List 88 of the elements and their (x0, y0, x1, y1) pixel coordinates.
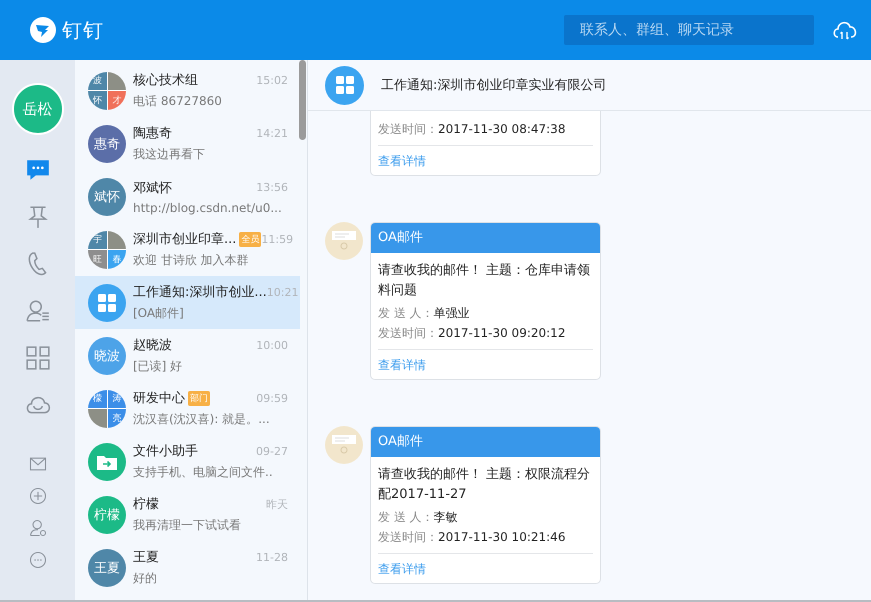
contact-name: 邓斌怀 (133, 180, 172, 196)
photo-placeholder (88, 409, 106, 428)
timestamp: 10:21 (266, 286, 298, 298)
avatar: 惠奇 (88, 124, 126, 162)
avatar: 柠檬 (88, 496, 126, 534)
field-label: 发送时间： (378, 530, 438, 544)
contact-name: 深圳市创业印章... (133, 231, 236, 248)
contact-name: 核心技术组 (133, 72, 198, 89)
contact-name: 王夏 (133, 549, 159, 566)
user-settings-icon[interactable] (28, 518, 48, 538)
message-preview: http://blog.csdn.net/u0... (133, 200, 283, 214)
card-header: OA邮件 (371, 223, 600, 253)
app-name: 钉钉 (62, 16, 104, 44)
field-label: 发送时间： (378, 122, 438, 136)
conversation-item[interactable]: 晓波 赵晓波 10:00 [已读] 好 (75, 329, 300, 382)
grid-icon (98, 294, 116, 312)
avatar-cell: 宇 (88, 230, 106, 249)
conversation-item[interactable]: 王夏 王夏 11-28 好的 (75, 541, 300, 594)
message-text: 请查收我的邮件！ 主题：仓库申请领料问题 (378, 262, 592, 300)
avatar-cell: 春 (108, 250, 126, 268)
conversation-item[interactable]: 宇 旺 春 深圳市创业印章... 全员 11:59 欢迎 甘诗欣 加入本群 (75, 223, 300, 276)
field-label: 发送时间： (378, 326, 438, 340)
conversation-item[interactable]: 波 怀 才 核心技术组 15:02 电话 86727860 (75, 64, 300, 117)
message-text: 请查收我的邮件！ 主题：权限流程分配2017-11-27 (378, 466, 592, 504)
message-preview: 我再清理一下试试看 (133, 517, 242, 534)
avatar-cell: 才 (108, 91, 126, 110)
tag: 全员 (239, 232, 262, 246)
contacts-icon[interactable] (24, 298, 50, 324)
avatar-cell: 檬 (88, 390, 106, 408)
avatar-cell: 旺 (88, 250, 106, 268)
contact-name: 赵晓波 (133, 337, 172, 354)
field-value: 2017-11-30 09:20:12 (438, 326, 566, 340)
contact-name: 工作通知:深圳市创业... (133, 284, 267, 301)
chat-title: 工作通知:深圳市创业印章实业有限公司 (381, 77, 606, 94)
timestamp: 11-28 (256, 550, 288, 564)
avatar-cell: 亮 (108, 409, 126, 428)
add-icon[interactable] (28, 486, 48, 506)
conversation-item[interactable]: 斌怀 邓斌怀 13:56 http://blog.csdn.net/u0... (75, 170, 300, 223)
envelope-icon (331, 230, 357, 252)
timestamp: 09:59 (256, 392, 288, 404)
message-preview: 欢迎 甘诗欣 加入本群 (133, 252, 250, 269)
timestamp: 14:21 (256, 126, 288, 140)
avatar: 晓波 (88, 336, 126, 374)
field-label: 发 送 人： (378, 510, 434, 524)
message-preview: 沈汉喜(沈汉喜): 就是。... (133, 411, 271, 428)
conversation-item[interactable]: 惠奇 陶惠奇 14:21 我这边再看下 (75, 117, 300, 170)
field-value: 单强业 (434, 306, 470, 320)
conversation-item[interactable]: 工作通知:深圳市创业...10:21 [OA邮件] (75, 276, 300, 329)
timestamp: 10:00 (256, 338, 288, 352)
avatar-cell: 涛 (108, 390, 126, 408)
field-label: 发 送 人： (378, 306, 434, 320)
tag: 部门 (188, 390, 210, 406)
avatar-cell: 波 (88, 72, 106, 90)
timestamp: 11:59 (261, 232, 294, 246)
avatar: 斌怀 (88, 178, 126, 216)
contact-name: 陶惠奇 (133, 125, 172, 142)
conversation-item[interactable]: 文件小助手 09-27 支持手机、电脑之间文件.. (75, 435, 300, 488)
bird-logo-icon (30, 17, 56, 43)
timestamp: 15:02 (256, 74, 288, 86)
timestamp: 13:56 (256, 181, 288, 194)
contact-name: 文件小助手 (133, 443, 198, 460)
conversation-item[interactable]: 檬 涛 亮 研发中心 部门 09:59 沈汉喜(沈汉喜): 就是。... (75, 382, 300, 435)
conversation-item[interactable]: 柠檬 柠檬 昨天 我再清理一下试试看 (75, 488, 300, 541)
grid-icon (336, 76, 354, 94)
avatar-cell: 怀 (88, 91, 106, 110)
message-preview: [已读] 好 (133, 358, 184, 375)
message-preview: 支持手机、电脑之间文件.. (133, 464, 274, 481)
contact-name: 柠檬 (133, 496, 159, 513)
scrollbar[interactable] (299, 60, 306, 140)
more-icon[interactable] (28, 550, 48, 570)
apps-grid-icon[interactable] (24, 345, 50, 371)
photo-placeholder (108, 72, 126, 90)
message-preview: 好的 (133, 570, 158, 587)
avatar: 王夏 (88, 548, 126, 586)
field-value: 2017-11-30 08:47:38 (438, 122, 566, 136)
search-field[interactable]: 联系人、群组、聊天记录 (564, 15, 814, 45)
photo-placeholder (108, 230, 126, 249)
folder-icon (97, 454, 117, 470)
card-header: OA邮件 (371, 427, 600, 457)
message-preview: [OA邮件] (133, 305, 185, 322)
envelope-icon (331, 434, 357, 456)
timestamp: 昨天 (266, 496, 288, 512)
contact-name: 研发中心 (133, 390, 185, 407)
message-preview: 我这边再看下 (133, 146, 206, 163)
field-value: 李敏 (434, 510, 458, 524)
timestamp: 09-27 (256, 444, 288, 458)
field-value: 2017-11-30 10:21:46 (438, 530, 566, 544)
message-preview: 电话 86727860 (133, 93, 223, 110)
